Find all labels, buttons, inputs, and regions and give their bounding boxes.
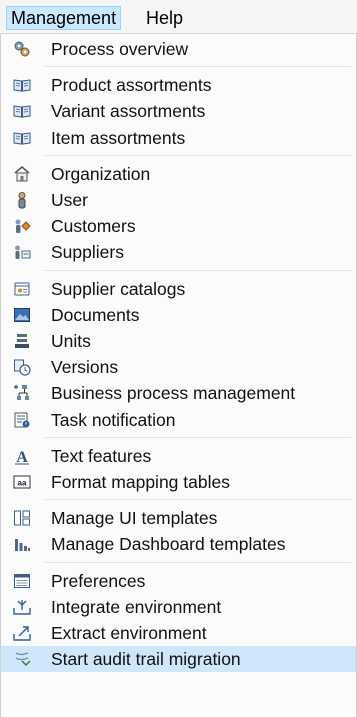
menu-item-label: Business process management xyxy=(51,383,296,404)
preferences-icon xyxy=(13,572,31,590)
task-notification-icon xyxy=(13,411,31,429)
versions-icon xyxy=(13,358,31,376)
menu-item-label: Supplier catalogs xyxy=(51,278,186,299)
menu-item-task-notification[interactable]: Task notification xyxy=(1,407,356,433)
menu-item-customers[interactable]: Customers xyxy=(1,213,356,239)
svg-text:aa: aa xyxy=(18,479,27,488)
text-features-icon: A xyxy=(13,447,31,465)
menu-item-user[interactable]: User xyxy=(1,187,356,213)
suppliers-icon xyxy=(13,243,31,261)
menu-item-label: Product assortments xyxy=(51,75,212,96)
menu-item-label: Integrate environment xyxy=(51,596,222,617)
units-icon xyxy=(13,332,31,350)
documents-icon xyxy=(13,306,31,324)
menu-item-label: Documents xyxy=(51,304,140,325)
format-mapping-tables-icon: aa xyxy=(13,473,31,491)
menu-item-label: Manage UI templates xyxy=(51,508,218,529)
svg-text:A: A xyxy=(16,449,28,465)
extract-environment-icon xyxy=(13,624,31,642)
menu-item-label: Variant assortments xyxy=(51,101,206,122)
process-overview-icon xyxy=(13,40,31,58)
start-audit-trail-migration-icon xyxy=(13,650,31,668)
menu-item-variant-assortments[interactable]: Variant assortments xyxy=(1,98,356,124)
menu-item-text-features[interactable]: A Text features xyxy=(1,443,356,469)
organization-icon xyxy=(13,165,31,183)
customers-icon xyxy=(13,217,31,235)
menu-item-label: Process overview xyxy=(51,39,189,59)
menu-separator xyxy=(45,499,351,501)
menu-item-units[interactable]: Units xyxy=(1,328,356,354)
menu-item-label: Manage Dashboard templates xyxy=(51,534,286,555)
menu-separator xyxy=(45,561,351,563)
menu-item-label: Format mapping tables xyxy=(51,472,230,492)
menu-separator xyxy=(45,436,351,438)
management-dropdown: Process overview Product assortments Varia… xyxy=(0,34,357,717)
menu-item-suppliers[interactable]: Suppliers xyxy=(1,239,356,265)
menu-item-organization[interactable]: Organization xyxy=(1,161,356,187)
manage-ui-templates-icon xyxy=(13,509,31,527)
menu-help[interactable]: Help xyxy=(142,6,187,30)
menu-item-versions[interactable]: Versions xyxy=(1,354,356,380)
menu-bar: Management Help xyxy=(0,0,357,34)
menu-item-format-mapping-tables[interactable]: aa Format mapping tables xyxy=(1,469,356,495)
menu-item-manage-dashboard-templates[interactable]: Manage Dashboard templates xyxy=(1,531,356,557)
manage-dashboard-templates-icon xyxy=(13,535,31,553)
menu-item-label: Text features xyxy=(51,445,152,466)
user-icon xyxy=(13,191,31,209)
menu-item-product-assortments[interactable]: Product assortments xyxy=(1,72,356,98)
menu-item-item-assortments[interactable]: Item assortments xyxy=(1,125,356,151)
menu-item-label: Preferences xyxy=(51,570,146,591)
menu-item-extract-environment[interactable]: Extract environment xyxy=(1,620,356,646)
menu-item-label: Customers xyxy=(51,216,136,237)
menu-item-supplier-catalogs[interactable]: Supplier catalogs xyxy=(1,276,356,302)
menu-item-label: Extract environment xyxy=(51,623,207,643)
menu-item-business-process-management[interactable]: Business process management xyxy=(1,380,356,406)
menu-item-label: Start audit trail migration xyxy=(51,649,241,670)
menu-item-documents[interactable]: Documents xyxy=(1,302,356,328)
supplier-catalogs-icon xyxy=(13,280,31,298)
menu-item-label: User xyxy=(51,190,88,210)
menu-management[interactable]: Management xyxy=(6,6,122,30)
variant-assortments-icon xyxy=(13,102,31,120)
item-assortments-icon xyxy=(13,129,31,147)
menu-separator xyxy=(45,269,351,271)
menu-item-label: Suppliers xyxy=(51,242,124,263)
menu-item-label: Organization xyxy=(51,163,151,184)
menu-item-label: Task notification xyxy=(51,409,176,430)
business-process-management-icon xyxy=(13,384,31,402)
menu-separator xyxy=(45,66,351,68)
menu-item-integrate-environment[interactable]: Integrate environment xyxy=(1,594,356,620)
menu-item-label: Units xyxy=(51,331,91,351)
menu-item-start-audit-trail-migration[interactable]: Start audit trail migration xyxy=(1,646,356,673)
menu-separator xyxy=(45,154,351,156)
menu-item-manage-ui-templates[interactable]: Manage UI templates xyxy=(1,505,356,531)
integrate-environment-icon xyxy=(13,598,31,616)
menu-item-preferences[interactable]: Preferences xyxy=(1,568,356,594)
menu-item-process-overview[interactable]: Process overview xyxy=(1,36,356,62)
menu-item-label: Item assortments xyxy=(51,127,186,148)
menu-item-label: Versions xyxy=(51,357,119,378)
product-assortments-icon xyxy=(13,76,31,94)
